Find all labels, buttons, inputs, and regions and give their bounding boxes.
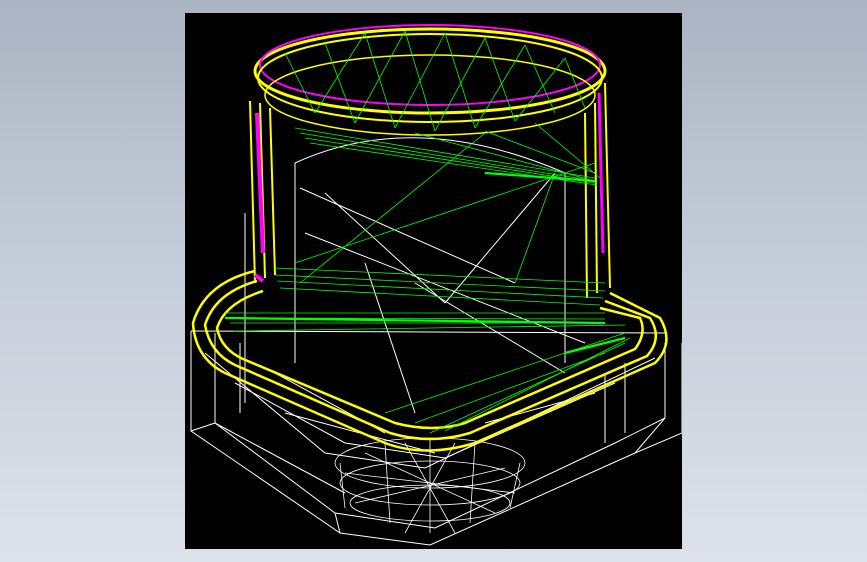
wireframe-model — [190, 24, 682, 546]
hub-wireframe — [334, 437, 526, 534]
mesh-wireframe — [225, 30, 631, 434]
top-rim-wireframe — [249, 24, 611, 299]
cad-viewport[interactable] — [185, 13, 682, 549]
